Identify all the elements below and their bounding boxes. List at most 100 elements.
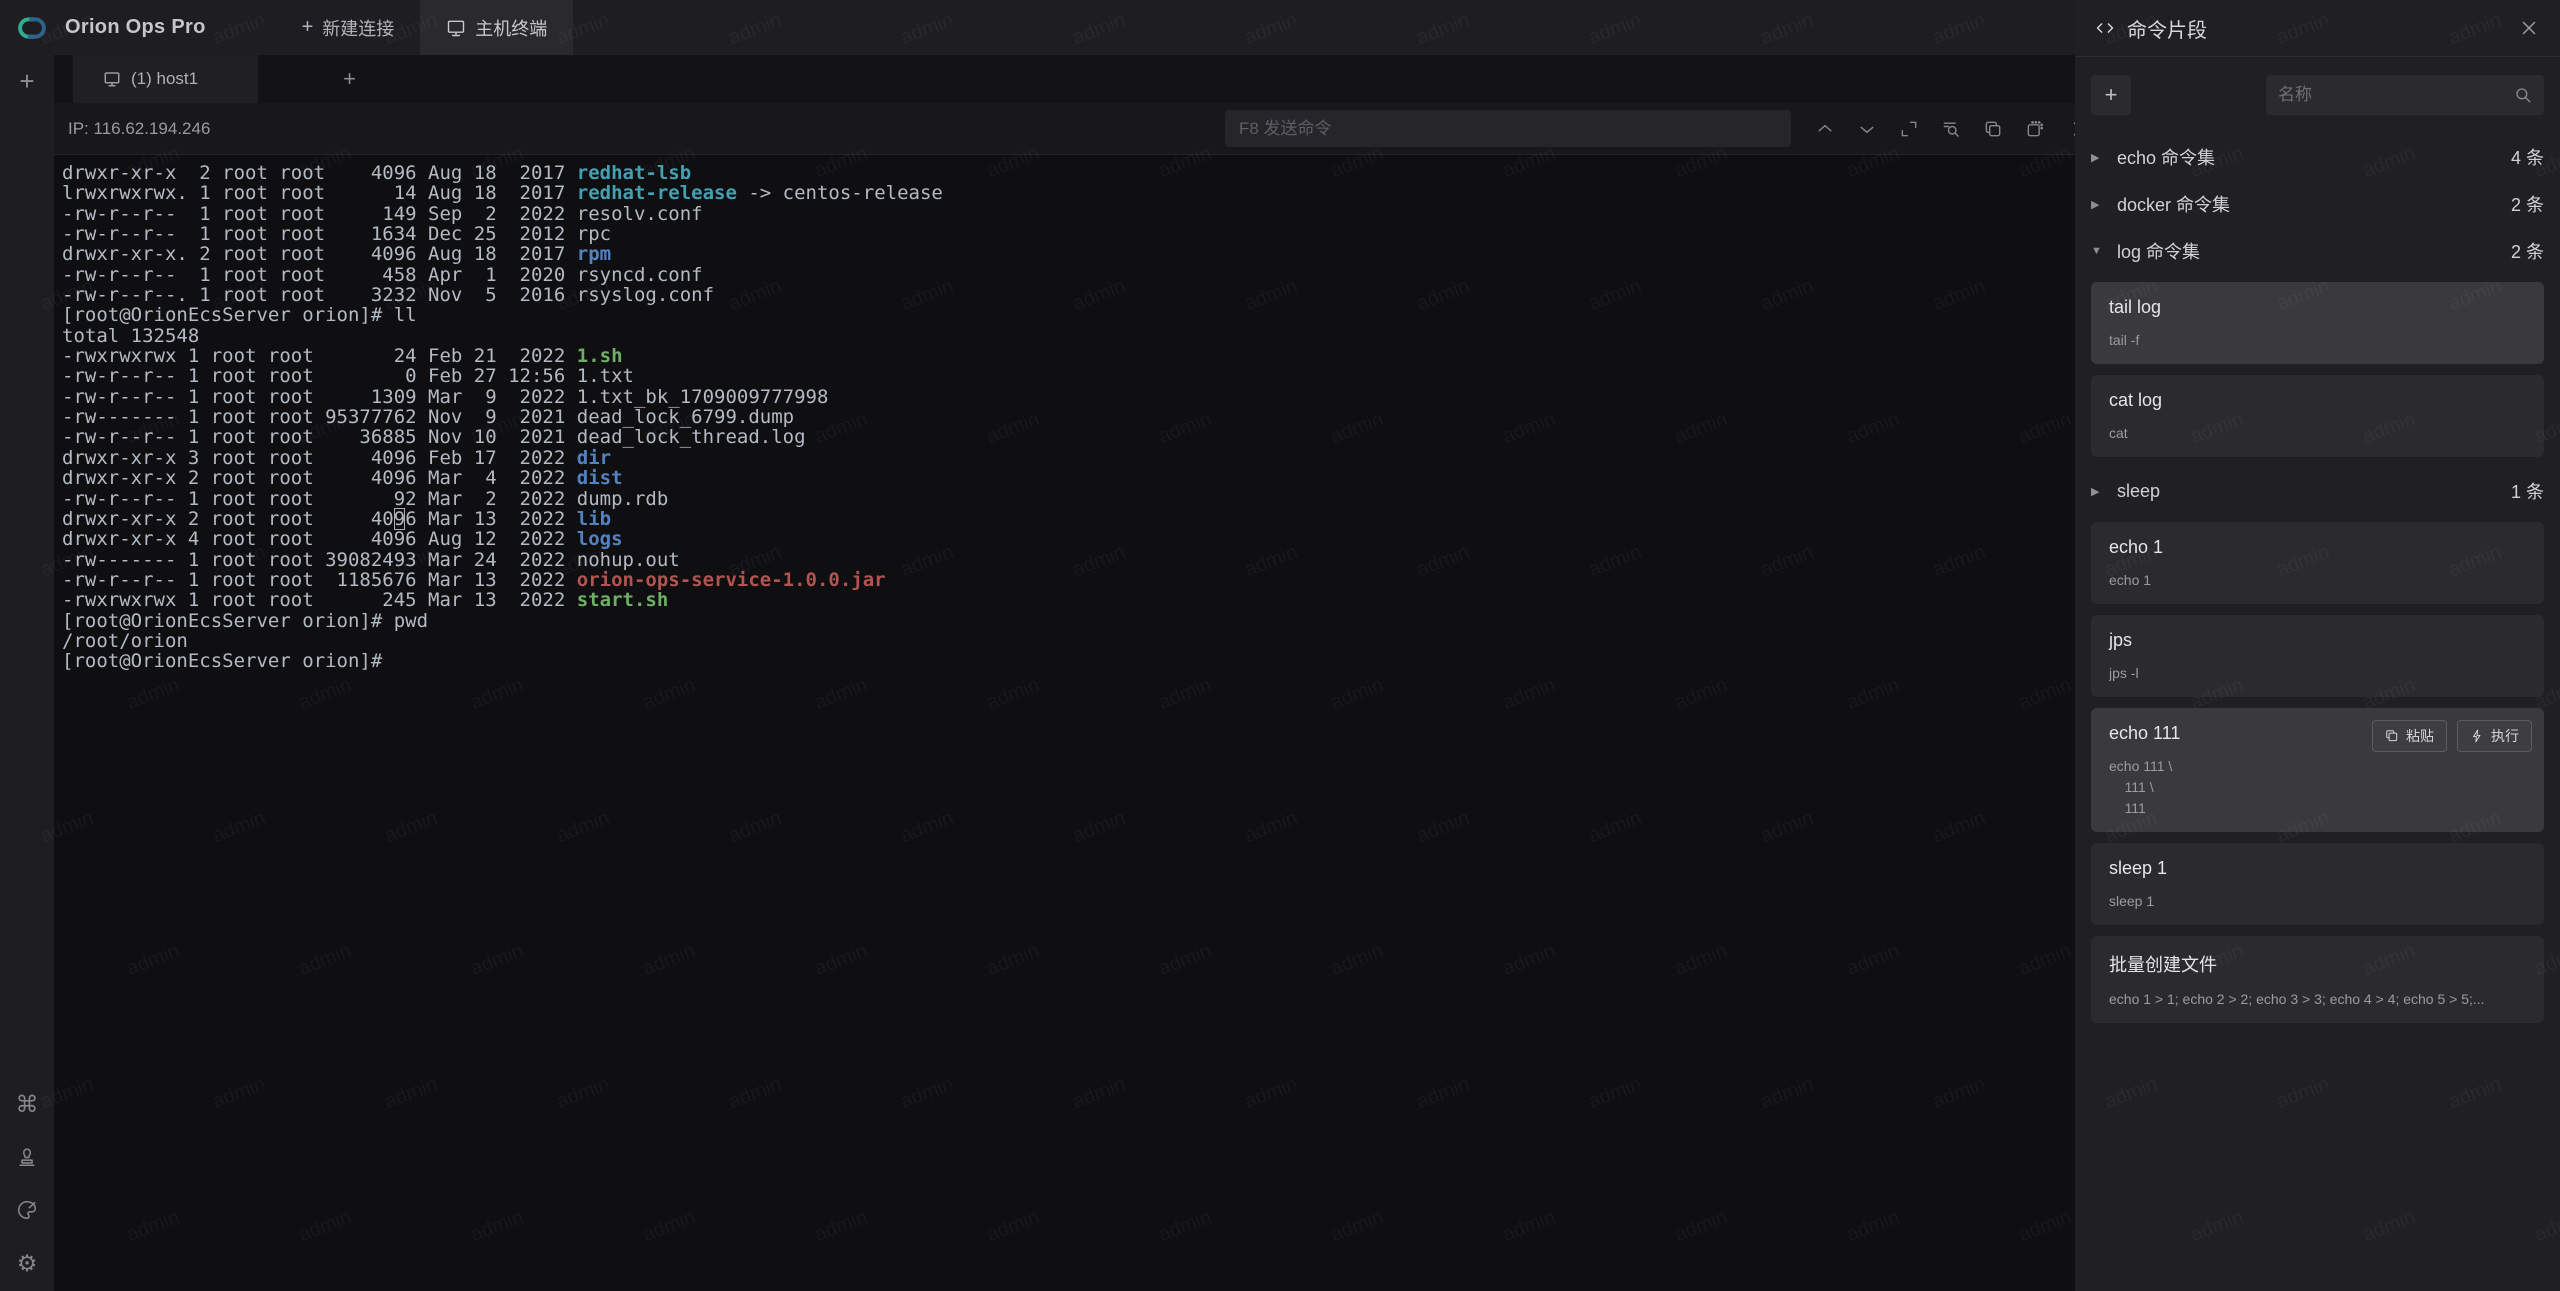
snippet-group-count: 2 条	[2511, 238, 2544, 264]
terminal-line: -rw-r--r-- 1 root root 92 Mar 2 2022 dum…	[62, 489, 2075, 509]
caret-right-icon: ▶	[2091, 198, 2105, 211]
terminal-line: [root@OrionEcsServer orion]#	[62, 651, 2075, 671]
snippet-card-title: tail log	[2109, 297, 2526, 318]
command-snippet-panel: 命令片段 + ▶echo 命令集4 条▶docker 命令集2 条▼log 命令…	[2075, 0, 2560, 1291]
caret-down-icon: ▼	[2091, 245, 2105, 257]
snippet-search-box	[2266, 75, 2544, 115]
collapse-panel-icon[interactable]	[2067, 119, 2075, 139]
snippet-group-count: 4 条	[2511, 144, 2544, 170]
snippet-card[interactable]: cat log cat	[2091, 375, 2544, 457]
terminal-screen[interactable]: drwxr-xr-x 2 root root 4096 Aug 18 2017 …	[54, 155, 2075, 1291]
snippet-group-collapsed[interactable]: ▶docker 命令集2 条	[2091, 181, 2544, 227]
caret-right-icon: ▶	[2091, 485, 2105, 498]
snippet-card-command: echo 1 > 1; echo 2 > 2; echo 3 > 3; echo…	[2109, 989, 2526, 1010]
terminal-tab-host1[interactable]: (1) host1	[73, 55, 258, 103]
host-ip-label: IP: 116.62.194.246	[68, 119, 210, 139]
new-tab-button[interactable]: +	[343, 66, 356, 92]
app-title: Orion Ops Pro	[65, 16, 206, 39]
snippet-paste-button[interactable]: 粘贴	[2372, 720, 2447, 752]
terminal-line: total 132548	[62, 326, 2075, 346]
terminal-line: [root@OrionEcsServer orion]# pwd	[62, 611, 2075, 631]
terminal-line: /root/orion	[62, 631, 2075, 651]
terminal-line: -rwxrwxrwx 1 root root 24 Feb 21 2022 1.…	[62, 346, 2075, 366]
snippet-group-label: sleep	[2117, 481, 2160, 502]
snippet-group-collapsed[interactable]: ▶echo 命令集4 条	[2091, 134, 2544, 180]
snippet-card[interactable]: echo 111echo 111 \ 111 \ 111粘贴执行	[2091, 708, 2544, 832]
terminal-line: -rw-r--r-- 1 root root 1634 Dec 25 2012 …	[62, 224, 2075, 244]
snippet-card-title: 批量创建文件	[2109, 951, 2526, 977]
snippet-card[interactable]: echo 1echo 1	[2091, 522, 2544, 604]
gear-icon[interactable]: ⚙	[15, 1251, 39, 1275]
terminal-tab-bar: (1) host1 +	[54, 55, 2075, 103]
snippet-panel-title: 命令片段	[2127, 14, 2207, 43]
sidebar-add-button[interactable]: +	[19, 68, 34, 94]
terminal-line: lrwxrwxrwx. 1 root root 14 Aug 18 2017 r…	[62, 183, 2075, 203]
terminal-line: -rw-r--r-- 1 root root 1309 Mar 9 2022 1…	[62, 387, 2075, 407]
app-header: Orion Ops Pro + 新建连接 主机终端	[0, 0, 2075, 55]
terminal-line: -rw-r--r-- 1 root root 0 Feb 27 12:56 1.…	[62, 366, 2075, 386]
snippet-run-button[interactable]: 执行	[2457, 720, 2532, 752]
caret-right-icon: ▶	[2091, 151, 2105, 164]
terminal-line: [root@OrionEcsServer orion]# ll	[62, 305, 2075, 325]
host-terminal-label: 主机终端	[475, 15, 547, 41]
stamp-icon[interactable]	[15, 1145, 39, 1169]
copy-icon[interactable]	[1983, 119, 2003, 139]
plus-icon: +	[302, 16, 314, 39]
terminal-line: -rw-r--r--. 1 root root 3232 Nov 5 2016 …	[62, 285, 2075, 305]
terminal-tab-label: (1) host1	[131, 69, 198, 89]
terminal-output: drwxr-xr-x 2 root root 4096 Aug 18 2017 …	[62, 163, 2075, 672]
snippet-card-command: sleep 1	[2109, 891, 2526, 912]
snippet-card[interactable]: tail log tail -f	[2091, 282, 2544, 364]
terminal-line: -rw-r--r-- 1 root root 149 Sep 2 2022 re…	[62, 204, 2075, 224]
code-icon	[2095, 18, 2115, 38]
terminal-line: -rw-r--r-- 1 root root 36885 Nov 10 2021…	[62, 427, 2075, 447]
command-shortcut-icon[interactable]: ⌘	[15, 1092, 39, 1116]
snippet-card-command: cat	[2109, 423, 2526, 444]
new-connection-button[interactable]: + 新建连接	[276, 0, 421, 55]
terminal-line: drwxr-xr-x 4 root root 4096 Aug 12 2022 …	[62, 529, 2075, 549]
search-history-icon[interactable]	[1941, 119, 1961, 139]
send-command-input[interactable]	[1225, 110, 1791, 147]
left-sidebar: + ⌘ ⚙	[0, 55, 54, 1291]
snippet-card[interactable]: jpsjps -l	[2091, 615, 2544, 697]
new-connection-label: 新建连接	[322, 15, 394, 41]
snippet-card[interactable]: 批量创建文件 echo 1 > 1; echo 2 > 2; echo 3 > 3…	[2091, 936, 2544, 1023]
search-icon	[2514, 86, 2532, 104]
terminal-toolbar-icons	[1815, 119, 2075, 139]
terminal-line: drwxr-xr-x 2 root root 4096 Aug 18 2017 …	[62, 163, 2075, 183]
snippet-group-expanded[interactable]: ▼log 命令集2 条	[2091, 228, 2544, 274]
snippet-card-actions: 粘贴执行	[2372, 720, 2532, 752]
add-snippet-button[interactable]: +	[2091, 75, 2131, 115]
terminal-line: drwxr-xr-x 3 root root 4096 Feb 17 2022 …	[62, 448, 2075, 468]
monitor-icon	[103, 70, 121, 88]
fullscreen-icon[interactable]	[1899, 119, 1919, 139]
snippet-card-command: tail -f	[2109, 330, 2526, 351]
chevron-up-icon[interactable]	[1815, 119, 1835, 139]
terminal-line: drwxr-xr-x 2 root root 4096 Mar 13 2022 …	[62, 509, 2075, 529]
snippet-group-count: 2 条	[2511, 191, 2544, 217]
chevron-down-icon[interactable]	[1857, 119, 1877, 139]
terminal-line: -rw-r--r-- 1 root root 1185676 Mar 13 20…	[62, 570, 2075, 590]
snippet-group-collapsed[interactable]: ▶sleep1 条	[2091, 468, 2544, 514]
workspace-body: + ⌘ ⚙	[0, 55, 2075, 1291]
terminal-line: -rw------- 1 root root 39082493 Mar 24 2…	[62, 550, 2075, 570]
host-terminal-tab[interactable]: 主机终端	[420, 0, 573, 55]
terminal-workspace: (1) host1 + IP: 116.62.194.246	[54, 55, 2075, 1291]
monitor-icon	[446, 18, 466, 38]
snippet-search-input[interactable]	[2278, 85, 2514, 105]
snippet-card-title: cat log	[2109, 390, 2526, 411]
snippet-card[interactable]: sleep 1 sleep 1	[2091, 843, 2544, 925]
paste-icon[interactable]	[2025, 119, 2045, 139]
close-icon[interactable]	[2518, 17, 2540, 39]
sidebar-bottom-icons: ⌘ ⚙	[15, 1092, 39, 1291]
terminal-line: drwxr-xr-x 2 root root 4096 Mar 4 2022 d…	[62, 468, 2075, 488]
terminal-line: drwxr-xr-x. 2 root root 4096 Aug 18 2017…	[62, 244, 2075, 264]
snippet-card-title: jps	[2109, 630, 2526, 651]
snippet-card-title: echo 1	[2109, 537, 2526, 558]
orion-logo-icon	[13, 9, 51, 47]
snippet-panel-header: 命令片段	[2075, 0, 2560, 57]
terminal-line: -rw------- 1 root root 95377762 Nov 9 20…	[62, 407, 2075, 427]
snippet-card-title: sleep 1	[2109, 858, 2526, 879]
app-window: Orion Ops Pro + 新建连接 主机终端 + ⌘	[0, 0, 2560, 1291]
palette-icon[interactable]	[15, 1198, 39, 1222]
